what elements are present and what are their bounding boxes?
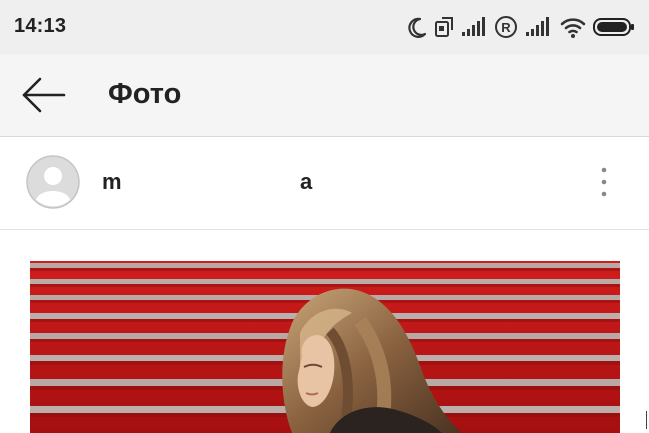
- rotate-icon: [433, 13, 457, 46]
- battery-icon: [593, 13, 635, 46]
- more-button[interactable]: [592, 165, 616, 199]
- moon-icon: [405, 13, 429, 46]
- divider: [646, 411, 647, 429]
- post-photo[interactable]: [30, 261, 620, 433]
- page-title: Фото: [108, 78, 182, 110]
- wifi-icon: [559, 13, 587, 46]
- app-bar: Фото: [0, 54, 649, 137]
- default-avatar-icon: [26, 155, 80, 209]
- svg-text:R: R: [501, 20, 511, 35]
- username-end[interactable]: a: [300, 169, 312, 195]
- status-icons: R: [405, 13, 635, 41]
- post-header: m a: [0, 137, 649, 230]
- signal-icon: [525, 13, 551, 46]
- more-vertical-icon: [592, 167, 616, 203]
- registered-icon: R: [493, 13, 519, 46]
- signal-icon: [461, 13, 487, 46]
- avatar[interactable]: [26, 155, 80, 209]
- username[interactable]: m: [102, 169, 122, 195]
- status-time: 14:13: [14, 15, 67, 37]
- arrow-left-icon: [14, 77, 74, 124]
- status-bar: 14:13 R: [0, 0, 649, 54]
- back-button[interactable]: [14, 70, 74, 120]
